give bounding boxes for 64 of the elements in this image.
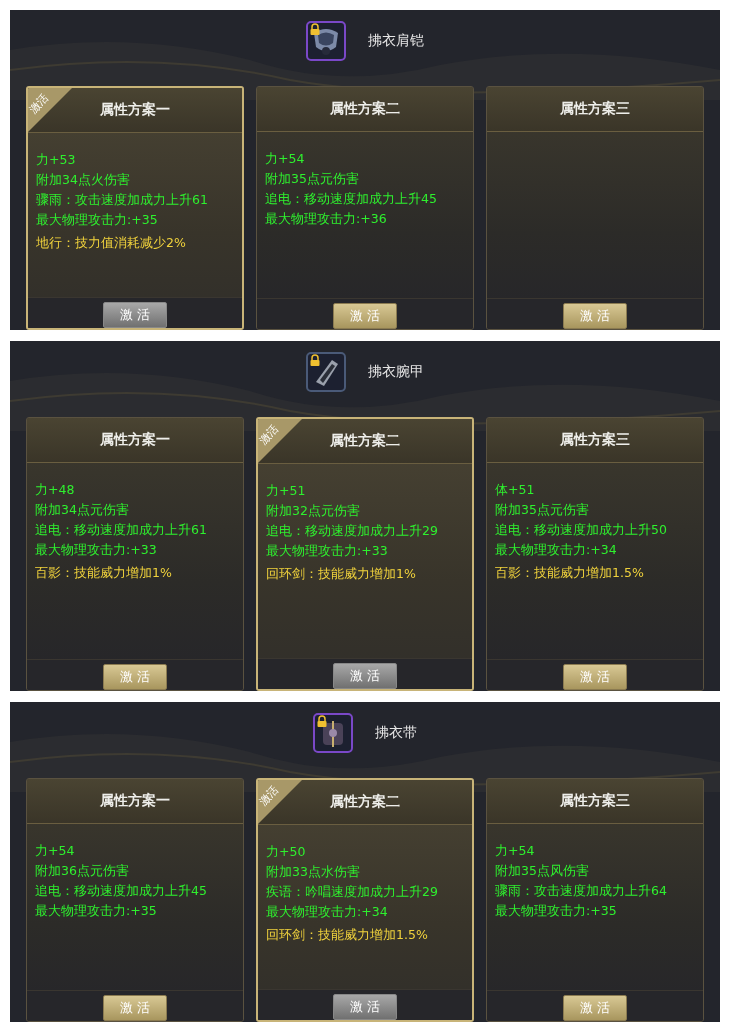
stat-line: 附加35点元伤害: [265, 170, 360, 188]
stat-line: 骤雨：攻击速度加成力上升64: [495, 882, 668, 900]
item-name: 拂衣腕甲: [368, 363, 424, 381]
skill-line: 地行：技力值消耗减少2%: [36, 234, 187, 252]
skill-line: 回环剑：技能威力增加1.5%: [266, 926, 429, 944]
activate-button[interactable]: 激 活: [332, 663, 398, 689]
activate-button[interactable]: 激 活: [102, 664, 168, 690]
stat-line: 力+54: [495, 842, 536, 860]
stat-line: 附加36点元伤害: [35, 862, 130, 880]
lock-icon: [317, 715, 327, 727]
stat-line: 附加33点水伤害: [266, 863, 361, 881]
stat-line: 疾语：吟唱速度加成力上升29: [266, 883, 439, 901]
stat-line: 骤雨：攻击速度加成力上升61: [36, 191, 209, 209]
stat-line: 追电：移动速度加成力上升45: [265, 190, 438, 208]
plan-title: 属性方案三: [560, 792, 630, 810]
lock-icon: [310, 23, 320, 35]
activate-button[interactable]: 激 活: [332, 994, 398, 1020]
plan-title: 属性方案一: [100, 101, 170, 119]
stat-line: 最大物理攻击力:+33: [266, 542, 389, 560]
activate-button[interactable]: 激 活: [332, 303, 398, 329]
activate-button[interactable]: 激 活: [102, 302, 168, 328]
skill-line: 回环剑：技能威力增加1%: [266, 565, 417, 583]
stat-line: 附加35点风伤害: [495, 862, 590, 880]
stat-line: 附加34点元伤害: [35, 501, 130, 519]
stat-line: 追电：移动速度加成力上升61: [35, 521, 208, 539]
item-icon[interactable]: [306, 352, 346, 392]
skill-line: 百影：技能威力增加1.5%: [495, 564, 645, 582]
item-icon[interactable]: [306, 21, 346, 61]
plan-title: 属性方案二: [330, 100, 400, 118]
stat-line: 最大物理攻击力:+33: [35, 541, 158, 559]
stat-line: 最大物理攻击力:+35: [35, 902, 158, 920]
item-name: 拂衣肩铠: [368, 32, 424, 50]
stat-line: 力+54: [265, 150, 306, 168]
stat-line: 力+48: [35, 481, 76, 499]
stat-line: 力+50: [266, 843, 307, 861]
plan-title: 属性方案一: [100, 431, 170, 449]
activate-button[interactable]: 激 活: [562, 995, 628, 1021]
stat-line: 追电：移动速度加成力上升50: [495, 521, 668, 539]
activate-button[interactable]: 激 活: [562, 664, 628, 690]
stat-line: 最大物理攻击力:+34: [266, 903, 389, 921]
item-icon[interactable]: [313, 713, 353, 753]
stat-line: 力+53: [36, 151, 77, 169]
plan-title: 属性方案一: [100, 792, 170, 810]
stat-line: 附加32点元伤害: [266, 502, 361, 520]
plan-title: 属性方案二: [330, 432, 400, 450]
stat-line: 追电：移动速度加成力上升29: [266, 522, 439, 540]
plan-title: 属性方案二: [330, 793, 400, 811]
stat-line: 追电：移动速度加成力上升45: [35, 882, 208, 900]
lock-icon: [310, 354, 320, 366]
stat-line: 附加34点火伤害: [36, 171, 131, 189]
plan-title: 属性方案三: [560, 431, 630, 449]
stat-line: 最大物理攻击力:+34: [495, 541, 618, 559]
skill-line: 百影：技能威力增加1%: [35, 564, 173, 582]
item-name: 拂衣带: [375, 724, 417, 742]
stat-line: 最大物理攻击力:+35: [495, 902, 618, 920]
stat-line: 最大物理攻击力:+35: [36, 211, 159, 229]
stat-line: 最大物理攻击力:+36: [265, 210, 388, 228]
activate-button[interactable]: 激 活: [562, 303, 628, 329]
stat-line: 力+51: [266, 482, 307, 500]
activate-button[interactable]: 激 活: [102, 995, 168, 1021]
stat-line: 附加35点元伤害: [495, 501, 590, 519]
stat-line: 体+51: [495, 481, 536, 499]
stat-line: 力+54: [35, 842, 76, 860]
plan-title: 属性方案三: [560, 100, 630, 118]
